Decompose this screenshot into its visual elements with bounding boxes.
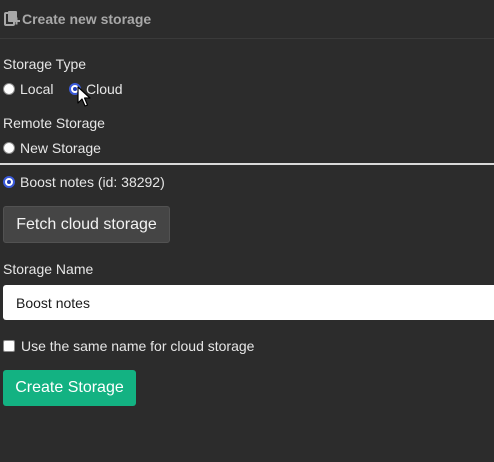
same-name-checkbox-label: Use the same name for cloud storage [21,338,255,354]
storage-name-label: Storage Name [3,261,94,277]
page-title: Create new storage [22,11,152,27]
mouse-cursor-icon [77,86,91,107]
radio-boost-notes-button[interactable] [3,176,15,188]
radio-local[interactable]: Local [3,81,53,97]
storage-name-input[interactable] [3,285,494,320]
remote-storage-label: Remote Storage [3,115,105,131]
radio-boost-notes[interactable]: Boost notes (id: 38292) [3,174,165,190]
create-storage-button[interactable]: Create Storage [3,370,136,406]
same-name-checkbox-row[interactable]: Use the same name for cloud storage [3,338,254,354]
storage-add-icon [4,11,20,26]
radio-boost-notes-label: Boost notes (id: 38292) [20,174,165,190]
radio-local-label: Local [20,81,54,97]
page-header: Create new storage [0,0,494,39]
storage-type-label: Storage Type [3,56,87,72]
radio-cloud-label: Cloud [86,81,123,97]
divider [0,163,494,165]
fetch-cloud-storage-button[interactable]: Fetch cloud storage [3,206,170,243]
radio-local-button[interactable] [3,83,15,95]
radio-new-storage[interactable]: New Storage [3,140,101,156]
radio-new-storage-button[interactable] [3,142,15,154]
same-name-checkbox[interactable] [3,340,15,352]
radio-new-storage-label: New Storage [20,140,101,156]
